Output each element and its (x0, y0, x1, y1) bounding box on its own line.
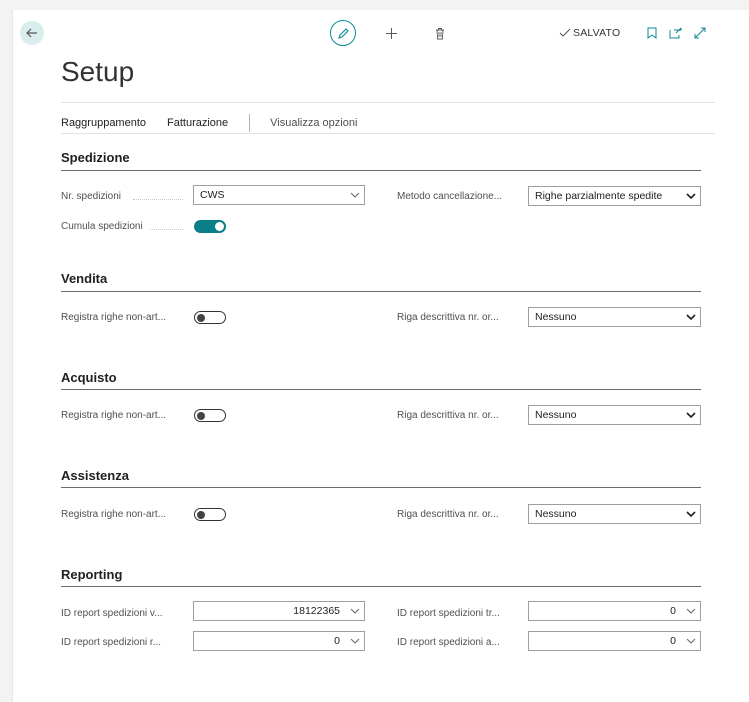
nr-spedizioni-label: Nr. spedizioni (61, 191, 122, 202)
vendita-riga-label: Riga descrittiva nr. or... (397, 312, 499, 323)
action-separator (249, 114, 251, 132)
section-title-assistenza[interactable]: Assistenza (61, 468, 129, 483)
toggle-knob (197, 411, 205, 420)
metodo-cancellazione-select[interactable]: Righe parzialmente spedite (528, 186, 701, 206)
report-spedizioni-tr-label: ID report spedizioni tr... (397, 608, 500, 619)
new-button[interactable] (383, 25, 399, 41)
assistenza-riga-value: Nessuno (535, 508, 577, 520)
acquisto-riga-label: Riga descrittiva nr. or... (397, 410, 499, 421)
report-spedizioni-a-value: 0 (670, 635, 676, 647)
chevron-down-icon (682, 412, 700, 418)
section-title-acquisto[interactable]: Acquisto (61, 370, 117, 385)
edit-pencil-icon (337, 27, 349, 39)
vendita-registra-label: Registra righe non-art... (61, 312, 167, 323)
leader-dots (150, 229, 183, 230)
vendita-riga-value: Nessuno (535, 311, 577, 323)
acquisto-registra-toggle[interactable] (194, 409, 226, 422)
open-new-icon (669, 27, 681, 39)
report-spedizioni-tr-value: 0 (670, 605, 676, 617)
report-spedizioni-v-label: ID report spedizioni v... (61, 608, 163, 619)
action-bar: Raggruppamento Fatturazione Visualizza o… (61, 114, 378, 132)
section-divider (61, 389, 701, 390)
report-spedizioni-v-select[interactable]: 18122365 (193, 601, 365, 621)
cumula-spedizioni-label: Cumula spedizioni (61, 221, 143, 232)
vendita-riga-select[interactable]: Nessuno (528, 307, 701, 327)
chevron-down-icon (682, 314, 700, 320)
section-title-reporting[interactable]: Reporting (61, 567, 122, 582)
edit-button[interactable] (330, 20, 356, 46)
back-arrow-icon (26, 28, 37, 38)
assistenza-riga-label: Riga descrittiva nr. or... (397, 509, 499, 520)
nr-spedizioni-value: CWS (200, 189, 225, 201)
bookmark-icon (647, 27, 657, 39)
section-title-spedizione[interactable]: Spedizione (61, 150, 130, 165)
report-spedizioni-a-label: ID report spedizioni a... (397, 637, 500, 648)
expand-button[interactable] (693, 26, 707, 40)
report-spedizioni-r-select[interactable]: 0 (193, 631, 365, 651)
section-divider (61, 291, 701, 292)
report-spedizioni-a-select[interactable]: 0 (528, 631, 701, 651)
expand-icon (694, 27, 706, 39)
action-divider (61, 133, 715, 134)
open-new-window-button[interactable] (668, 26, 682, 40)
vendita-registra-toggle[interactable] (194, 311, 226, 324)
report-spedizioni-r-label: ID report spedizioni r... (61, 637, 162, 648)
acquisto-riga-value: Nessuno (535, 409, 577, 421)
toggle-knob (215, 222, 224, 231)
report-spedizioni-v-value: 18122365 (293, 605, 340, 617)
chevron-down-icon (346, 638, 364, 644)
checkmark-icon (559, 28, 571, 37)
acquisto-registra-label: Registra righe non-art... (61, 410, 167, 421)
metodo-cancellazione-label: Metodo cancellazione... (397, 191, 503, 202)
trash-icon (436, 27, 444, 39)
chevron-down-icon (682, 511, 700, 517)
bookmark-button[interactable] (645, 26, 659, 40)
leader-dots (133, 199, 183, 200)
toggle-knob (197, 510, 205, 519)
toggle-knob (197, 313, 205, 322)
section-divider (61, 170, 701, 171)
action-view-options[interactable]: Visualizza opzioni (270, 117, 357, 129)
assistenza-riga-select[interactable]: Nessuno (528, 504, 701, 524)
assistenza-registra-toggle[interactable] (194, 508, 226, 521)
delete-button[interactable] (432, 25, 448, 41)
chevron-down-icon (682, 638, 700, 644)
assistenza-registra-label: Registra righe non-art... (61, 509, 167, 520)
page-title: Setup (61, 56, 135, 87)
plus-icon (385, 27, 397, 39)
section-title-vendita[interactable]: Vendita (61, 271, 107, 286)
chevron-down-icon (346, 608, 364, 614)
report-spedizioni-r-value: 0 (334, 635, 340, 647)
report-spedizioni-tr-select[interactable]: 0 (528, 601, 701, 621)
saved-status-text: SALVATO (573, 27, 621, 39)
action-grouping[interactable]: Raggruppamento (61, 117, 146, 129)
chevron-down-icon (346, 192, 364, 198)
section-divider (61, 487, 701, 488)
acquisto-riga-select[interactable]: Nessuno (528, 405, 701, 425)
title-divider (61, 102, 715, 103)
chevron-down-icon (682, 193, 700, 199)
chevron-down-icon (682, 608, 700, 614)
cumula-spedizioni-toggle[interactable] (194, 220, 226, 233)
section-divider (61, 586, 701, 587)
metodo-cancellazione-value: Righe parzialmente spedite (535, 190, 663, 202)
nr-spedizioni-select[interactable]: CWS (193, 185, 365, 205)
back-button[interactable] (20, 21, 44, 45)
action-invoicing[interactable]: Fatturazione (167, 117, 228, 129)
saved-status: SALVATO (559, 27, 620, 39)
